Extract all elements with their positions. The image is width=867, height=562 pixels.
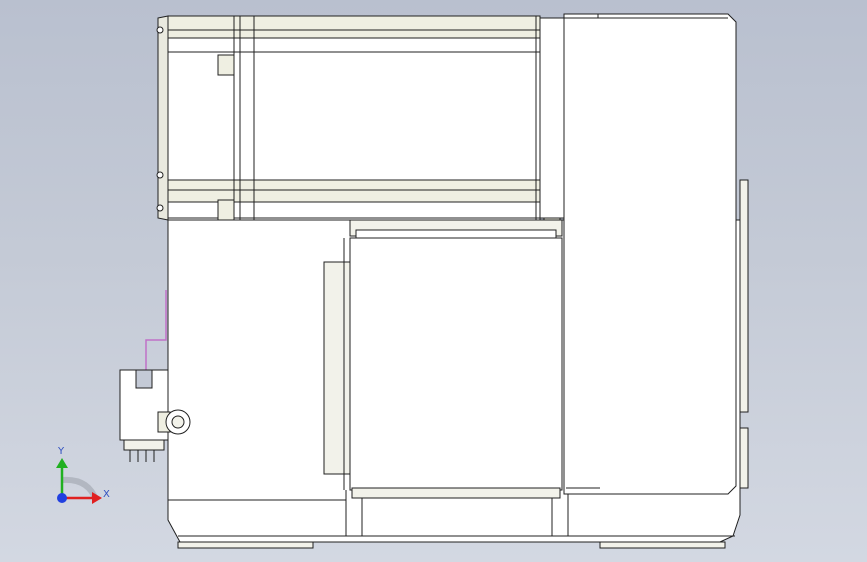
sensor-pins [123, 439, 165, 451]
housing-side-tab-upper [739, 179, 749, 413]
x-axis-label: X [103, 489, 110, 500]
motor-bolt-1 [217, 54, 235, 76]
base-foot-left [177, 541, 314, 549]
gear-box-body [349, 237, 563, 491]
sensor-notch [135, 369, 153, 389]
motor-top-rib [167, 15, 541, 39]
motor-end-cap-left [157, 15, 169, 221]
right-housing [563, 13, 749, 495]
gear-box-bottom-lip [351, 487, 561, 499]
gear-box-left-flange [323, 261, 351, 475]
cad-viewport[interactable]: Y X [0, 0, 867, 562]
motor-bottom-rib [167, 179, 541, 203]
cad-drawing: Y X [56, 13, 749, 549]
housing-outline [563, 13, 737, 495]
z-axis-dot [57, 493, 67, 503]
gear-box [323, 219, 563, 499]
motor-stub-right [539, 17, 565, 219]
housing-side-tab-lower [739, 427, 749, 489]
axis-triad: Y X [56, 446, 110, 504]
base-foot-right [599, 541, 726, 549]
motor-assembly [156, 15, 565, 221]
motor-bolt-2 [217, 199, 235, 221]
y-axis-label: Y [57, 446, 65, 457]
